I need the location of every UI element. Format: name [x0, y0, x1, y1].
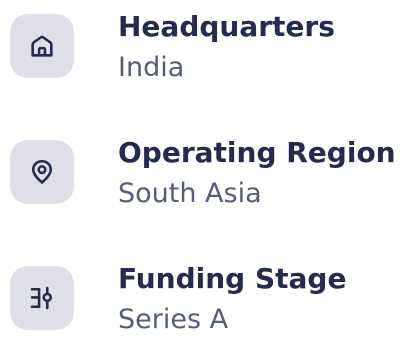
home-icon [31, 35, 53, 57]
funding-stage-title: Funding Stage [118, 262, 347, 295]
location-pin-icon-box [10, 140, 74, 204]
sliders-icon-box [10, 266, 74, 330]
detail-item-operating-region: Operating Region South Asia [10, 126, 410, 218]
location-pin-icon [31, 159, 53, 184]
detail-item-funding-stage: Funding Stage Series A [10, 252, 410, 344]
headquarters-title: Headquarters [118, 10, 335, 43]
sliders-icon [30, 286, 53, 310]
operating-region-value: South Asia [118, 178, 262, 209]
headquarters-value: India [118, 52, 185, 83]
home-icon-box [10, 14, 74, 78]
operating-region-title: Operating Region [118, 136, 396, 169]
funding-stage-value: Series A [118, 304, 229, 335]
detail-item-headquarters: Headquarters India [10, 0, 410, 92]
